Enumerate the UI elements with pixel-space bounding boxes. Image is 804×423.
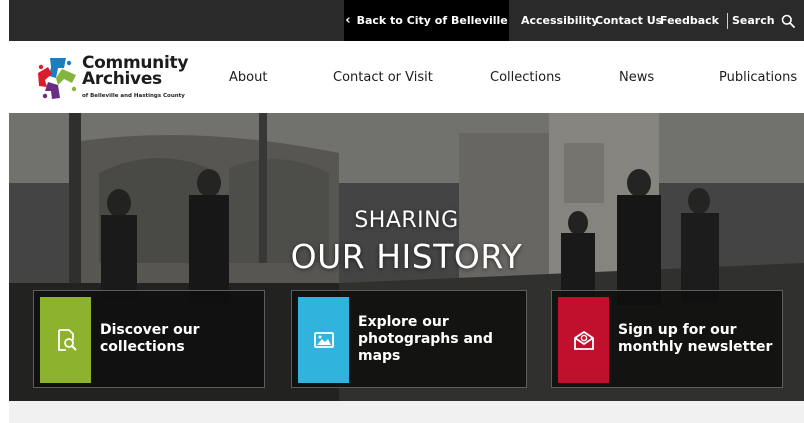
card-label-line: Sign up for our xyxy=(618,322,737,338)
document-search-icon xyxy=(57,329,76,351)
card-label: Explore our photographs and maps xyxy=(358,291,493,387)
card-icon-tile xyxy=(40,297,91,383)
back-to-city-label: Back to City of Belleville xyxy=(356,14,508,27)
hero-title-line2: OUR HISTORY xyxy=(290,237,523,276)
search-icon xyxy=(781,14,795,28)
nav-item-contact-or-visit[interactable]: Contact or Visit xyxy=(333,41,433,113)
accessibility-link[interactable]: Accessibility xyxy=(521,0,599,41)
nav-item-about[interactable]: About xyxy=(229,41,267,113)
main-nav: Community Archives of Belleville and Has… xyxy=(9,41,804,113)
logo-subline: of Belleville and Hastings County xyxy=(82,93,185,99)
card-label: Sign up for our monthly newsletter xyxy=(618,291,772,387)
card-label-line: monthly newsletter xyxy=(618,339,773,355)
card-icon-tile xyxy=(298,297,349,383)
nav-item-collections[interactable]: Collections xyxy=(490,41,561,113)
card-label-line: Discover our xyxy=(100,322,200,338)
card-icon-tile xyxy=(558,297,609,383)
contact-us-link[interactable]: Contact Us xyxy=(595,0,662,41)
community-archives-logo-icon xyxy=(38,58,77,99)
search-label: Search xyxy=(732,14,775,27)
nav-item-publications[interactable]: Publications xyxy=(719,41,797,113)
email-icon xyxy=(573,330,594,350)
chevron-left-icon: ‹ xyxy=(345,13,351,28)
utility-separator xyxy=(727,13,728,29)
logo-line-archives: Archives xyxy=(82,69,162,89)
card-label-line: Explore our xyxy=(358,313,449,330)
explore-photographs-card[interactable]: Explore our photographs and maps xyxy=(291,290,527,388)
image-icon xyxy=(313,332,334,348)
search-button[interactable]: Search xyxy=(732,0,795,41)
card-label-line: collections xyxy=(100,339,185,355)
newsletter-signup-card[interactable]: Sign up for our monthly newsletter xyxy=(551,290,783,388)
back-to-city-link[interactable]: ‹ Back to City of Belleville xyxy=(344,0,509,41)
card-label-line: maps xyxy=(358,347,401,364)
feedback-link[interactable]: Feedback xyxy=(660,0,719,41)
content-section-start xyxy=(9,401,804,423)
site-logo[interactable]: Community Archives of Belleville and Has… xyxy=(36,55,206,101)
page: ‹ Back to City of Belleville Accessibili… xyxy=(0,0,804,423)
card-label-line: photographs and xyxy=(358,330,493,347)
utility-bar: ‹ Back to City of Belleville Accessibili… xyxy=(9,0,804,41)
discover-collections-card[interactable]: Discover our collections xyxy=(33,290,265,388)
nav-item-news[interactable]: News xyxy=(619,41,654,113)
hero-banner: SHARING OUR HISTORY Discover our collect… xyxy=(9,113,804,401)
page-margin xyxy=(0,0,9,423)
logo-text: Community Archives of Belleville and Has… xyxy=(82,55,188,100)
card-label: Discover our collections xyxy=(100,291,200,387)
hero-title-line1: SHARING xyxy=(354,208,459,233)
